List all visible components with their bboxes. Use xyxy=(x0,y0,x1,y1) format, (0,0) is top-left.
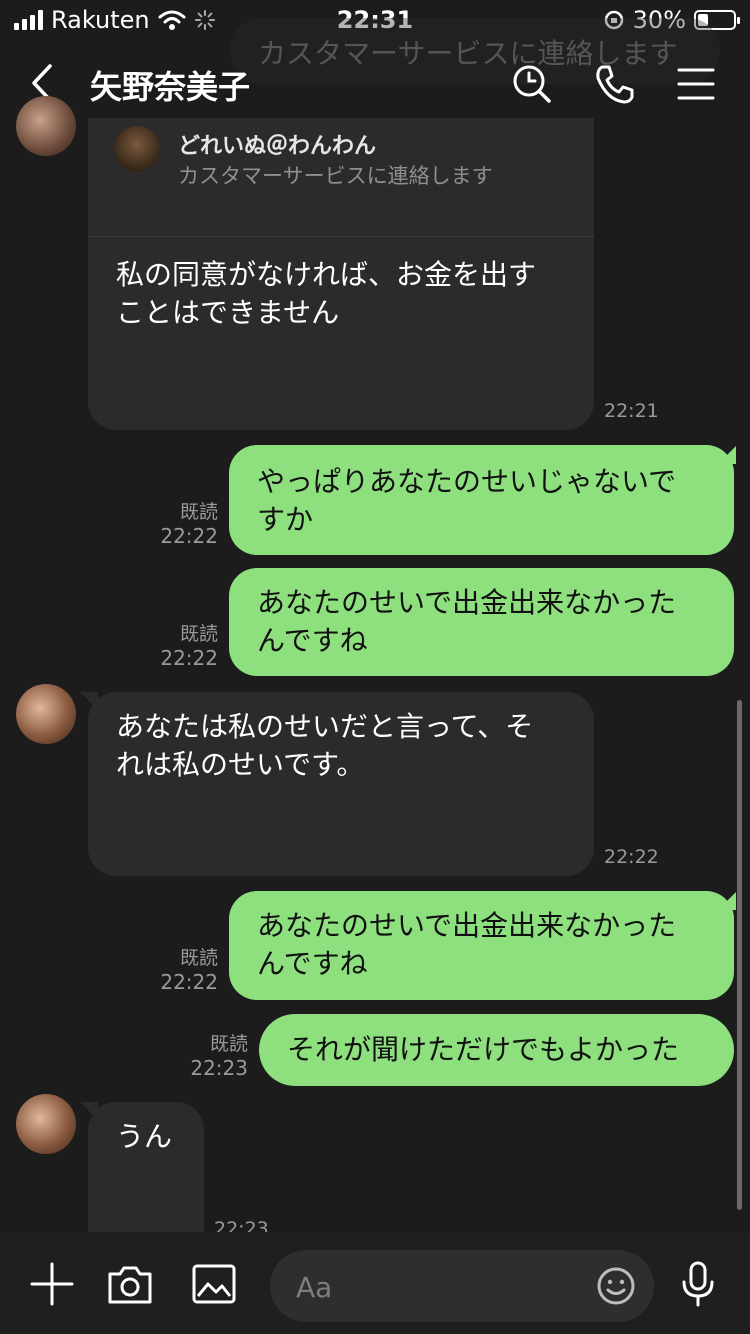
camera-icon[interactable] xyxy=(106,1260,154,1308)
message-time: 22:22 xyxy=(160,646,218,670)
message-input-box[interactable] xyxy=(270,1250,654,1322)
reply-quote-text: カスタマーサービスに連絡します xyxy=(178,164,493,188)
message-line: あなたのせいで出金出来なかった xyxy=(257,586,677,619)
microphone-icon[interactable] xyxy=(674,1260,722,1308)
message-time: 22:21 xyxy=(604,400,659,422)
message-line: んですね xyxy=(257,624,368,657)
message-line: れは私のせいです。 xyxy=(116,748,365,781)
message-bubble-outgoing[interactable]: それが聞けただけでもよかった xyxy=(259,1014,734,1086)
message-text: 私の同意がなければ、お金を出す ことはできません xyxy=(116,256,536,332)
message-time: 22:22 xyxy=(160,970,218,994)
reply-avatar xyxy=(114,126,160,172)
message-text: それが聞けただけでもよかった xyxy=(287,1033,680,1066)
phone-icon[interactable] xyxy=(592,62,636,106)
menu-icon[interactable] xyxy=(674,62,718,106)
message-text: あなたのせいで出金出来なかった んですね xyxy=(257,907,676,983)
read-receipt: 既読 xyxy=(179,501,218,523)
message-meta: 既読 22:22 xyxy=(150,622,218,670)
search-icon[interactable] xyxy=(510,62,554,106)
emoji-icon[interactable] xyxy=(596,1266,636,1306)
chat-title: 矢野奈美子 xyxy=(90,68,251,106)
scrollbar[interactable] xyxy=(737,700,742,1210)
chat-header: 矢野奈美子 xyxy=(0,42,750,128)
image-icon[interactable] xyxy=(190,1260,238,1308)
message-bubble-incoming[interactable]: あなたは私のせいだと言って、そ れは私のせいです。 xyxy=(88,692,594,876)
message-text: あなたのせいで出金出来なかった んですね xyxy=(257,584,676,660)
message-line: やっぱりあなたのせいじゃないで xyxy=(257,465,677,498)
reply-sender-name: どれいぬ＠わんわん xyxy=(178,134,377,159)
message-meta: 既読 22:22 xyxy=(150,946,218,994)
read-receipt: 既読 xyxy=(179,623,218,645)
sender-avatar[interactable] xyxy=(16,1094,76,1154)
read-receipt: 既読 xyxy=(179,947,218,969)
message-time: 22:22 xyxy=(160,524,218,548)
message-bubble-outgoing[interactable]: やっぱりあなたのせいじゃないで すか xyxy=(229,445,734,555)
message-text: あなたは私のせいだと言って、そ れは私のせいです。 xyxy=(116,708,533,784)
composer-bar xyxy=(0,1232,750,1334)
message-bubble-outgoing[interactable]: あなたのせいで出金出来なかった んですね xyxy=(229,568,734,676)
message-bubble-outgoing[interactable]: あなたのせいで出金出来なかった んですね xyxy=(229,891,734,1000)
message-time: 22:23 xyxy=(214,1218,269,1232)
message-line: んですね xyxy=(257,947,368,980)
message-meta: 既読 22:22 xyxy=(150,500,218,548)
message-text: やっぱりあなたのせいじゃないで すか xyxy=(257,463,676,539)
message-line: あなたのせいで出金出来なかった xyxy=(257,909,677,942)
message-line: ことはできません xyxy=(116,296,340,329)
message-line: あなたは私のせいだと言って、そ xyxy=(116,710,534,743)
message-line: 私の同意がなければ、お金を出す xyxy=(116,258,537,291)
message-time: 22:22 xyxy=(604,846,659,868)
read-receipt: 既読 xyxy=(209,1033,248,1055)
message-bubble-incoming[interactable]: どれいぬ＠わんわん カスタマーサービスに連絡します 私の同意がなければ、お金を出… xyxy=(88,118,594,430)
message-meta: 既読 22:23 xyxy=(180,1032,248,1080)
message-bubble-incoming[interactable]: うん xyxy=(88,1102,204,1232)
message-line: すか xyxy=(257,503,314,536)
plus-icon[interactable] xyxy=(28,1260,76,1308)
reply-divider xyxy=(88,236,594,237)
sender-avatar[interactable] xyxy=(16,96,76,156)
message-text: うん xyxy=(116,1120,173,1153)
sender-avatar[interactable] xyxy=(16,684,76,744)
message-input[interactable] xyxy=(294,1264,578,1310)
message-time: 22:23 xyxy=(190,1056,248,1080)
